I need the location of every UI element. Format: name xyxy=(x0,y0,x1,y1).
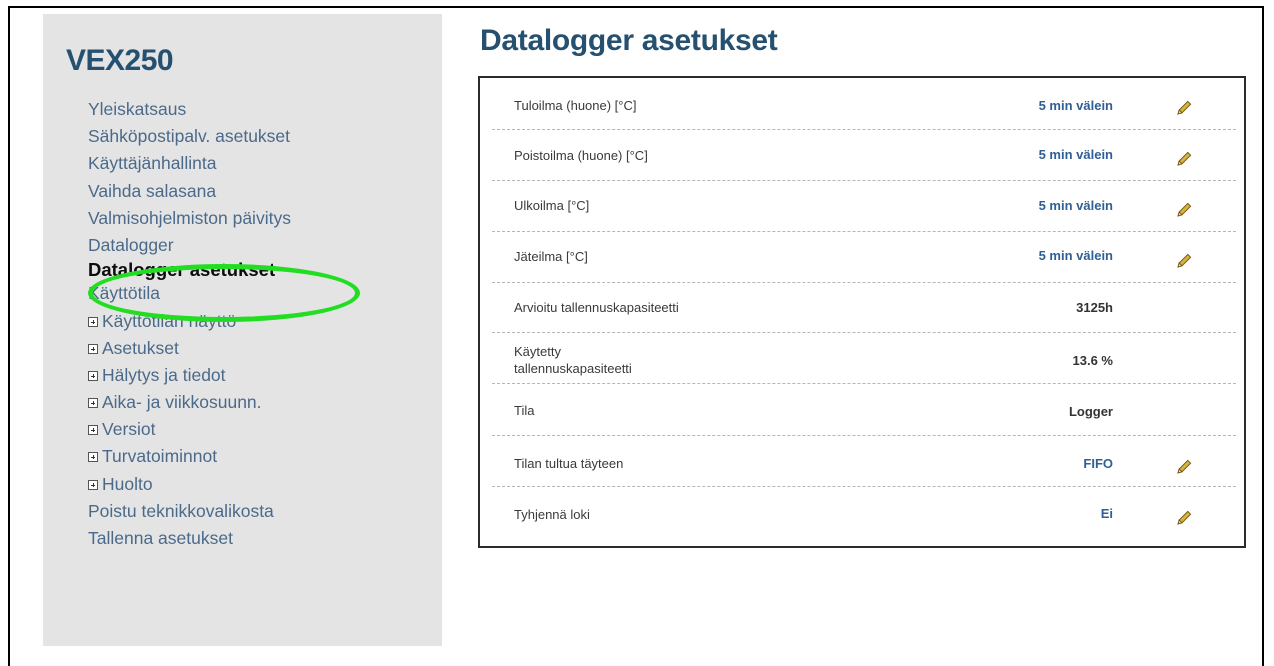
row-label: Käytetty tallennuskapasiteetti xyxy=(514,344,632,376)
row-value: Ei xyxy=(1100,506,1113,521)
expand-plus-icon[interactable] xyxy=(88,343,98,354)
sidebar-item-firmware-update[interactable]: Valmisohjelmiston päivitys xyxy=(88,205,428,232)
pencil-icon[interactable] xyxy=(1175,509,1193,527)
row-label: Arvioitu tallennuskapasiteetti xyxy=(514,300,679,315)
sidebar-item-user-management[interactable]: Käyttäjänhallinta xyxy=(88,150,428,177)
pencil-icon[interactable] xyxy=(1175,99,1193,117)
sidebar-item-operating-mode-display[interactable]: Käyttötilan näyttö xyxy=(88,308,428,335)
settings-row: Poistoilma (huone) [°C] 5 min välein xyxy=(492,130,1236,181)
expand-plus-icon[interactable] xyxy=(88,452,98,463)
sidebar-item-datalogger[interactable]: Datalogger xyxy=(88,232,428,259)
pencil-icon[interactable] xyxy=(1175,458,1193,476)
row-label: Jäteilma [°C] xyxy=(514,249,588,264)
sidebar-item-label: Aika- ja viikkosuunn. xyxy=(102,392,262,413)
sidebar-item-versions[interactable]: Versiot xyxy=(88,416,428,443)
row-label: Tuloilma (huone) [°C] xyxy=(514,98,637,113)
sidebar-item-label: Huolto xyxy=(102,473,153,494)
row-label: Poistoilma (huone) [°C] xyxy=(514,148,648,163)
sidebar-nav: Yleiskatsaus Sähköpostipalv. asetukset K… xyxy=(88,96,428,552)
row-value: 5 min välein xyxy=(1038,98,1113,113)
row-label: Tila xyxy=(514,403,535,418)
sidebar-item-label: Asetukset xyxy=(102,337,179,358)
sidebar-item-maintenance[interactable]: Huolto xyxy=(88,471,428,498)
settings-row: Jäteilma [°C] 5 min välein xyxy=(492,232,1236,283)
row-value: 5 min välein xyxy=(1038,198,1113,213)
settings-row: Tuloilma (huone) [°C] 5 min välein xyxy=(492,86,1236,130)
sidebar-item-save-settings[interactable]: Tallenna asetukset xyxy=(88,525,428,552)
settings-row: Tila Logger xyxy=(492,384,1236,436)
sidebar-item-label: Turvatoiminnot xyxy=(102,446,218,467)
sidebar-item-exit-technician-menu[interactable]: Poistu teknikkovalikosta xyxy=(88,498,428,525)
expand-plus-icon[interactable] xyxy=(88,425,98,436)
settings-row: Tilan tultua täyteen FIFO xyxy=(492,436,1236,487)
expand-plus-icon[interactable] xyxy=(88,398,98,409)
sidebar-item-safety-functions[interactable]: Turvatoiminnot xyxy=(88,443,428,470)
sidebar-item-label: Versiot xyxy=(102,419,156,440)
row-value: 5 min välein xyxy=(1038,248,1113,263)
sidebar-item-label: Käyttötilan näyttö xyxy=(102,310,237,331)
pencil-icon[interactable] xyxy=(1175,201,1193,219)
sidebar-item-operating-mode[interactable]: Käyttötila xyxy=(88,280,428,307)
row-label: Ulkoilma [°C] xyxy=(514,198,590,213)
row-value: Logger xyxy=(1068,404,1113,419)
settings-row: Ulkoilma [°C] 5 min välein xyxy=(492,181,1236,232)
expand-plus-icon[interactable] xyxy=(88,370,98,381)
settings-row: Arvioitu tallennuskapasiteetti 3125h xyxy=(492,283,1236,333)
row-value: 3125h xyxy=(1076,300,1113,315)
sidebar-item-datalogger-settings[interactable]: Datalogger asetukset xyxy=(88,256,428,283)
expand-plus-icon[interactable] xyxy=(88,479,98,490)
row-value: FIFO xyxy=(1083,456,1113,471)
sidebar-item-settings[interactable]: Asetukset xyxy=(88,335,428,362)
sidebar-item-label: Hälytys ja tiedot xyxy=(102,364,226,385)
row-value: 5 min välein xyxy=(1038,147,1113,162)
row-label: Tilan tultua täyteen xyxy=(514,456,624,471)
settings-row: Tyhjennä loki Ei xyxy=(492,487,1236,537)
expand-plus-icon[interactable] xyxy=(88,316,98,327)
pencil-icon[interactable] xyxy=(1175,252,1193,270)
page-title: Datalogger asetukset xyxy=(480,24,778,57)
pencil-icon[interactable] xyxy=(1175,150,1193,168)
sidebar-item-alarms[interactable]: Hälytys ja tiedot xyxy=(88,362,428,389)
settings-row: Käytetty tallennuskapasiteetti 13.6 % xyxy=(492,333,1236,384)
row-value: 13.6 % xyxy=(1072,353,1113,368)
device-title: VEX250 xyxy=(66,44,174,77)
sidebar-item-yleiskatsaus[interactable]: Yleiskatsaus xyxy=(88,96,428,123)
sidebar-item-email-settings[interactable]: Sähköpostipalv. asetukset xyxy=(88,123,428,150)
sidebar-item-schedule[interactable]: Aika- ja viikkosuunn. xyxy=(88,389,428,416)
settings-panel: Tuloilma (huone) [°C] 5 min välein Poist… xyxy=(478,76,1246,548)
row-label: Tyhjennä loki xyxy=(514,507,590,522)
sidebar-item-change-password[interactable]: Vaihda salasana xyxy=(88,178,428,205)
